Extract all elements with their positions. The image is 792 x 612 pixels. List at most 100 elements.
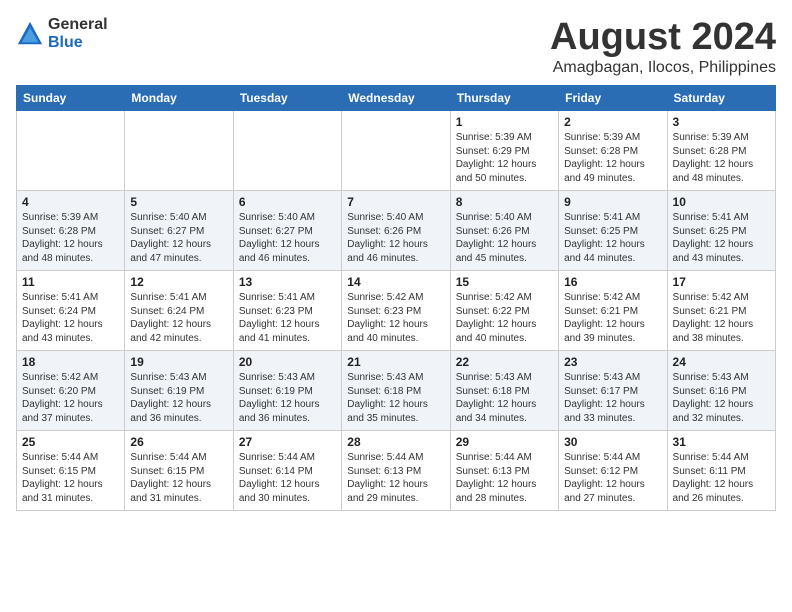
day-number: 10 xyxy=(673,195,770,209)
day-number: 4 xyxy=(22,195,119,209)
day-number: 6 xyxy=(239,195,336,209)
day-number: 7 xyxy=(347,195,444,209)
day-number: 11 xyxy=(22,275,119,289)
day-number: 2 xyxy=(564,115,661,129)
day-content: Sunrise: 5:43 AM Sunset: 6:18 PM Dayligh… xyxy=(456,371,553,425)
day-content: Sunrise: 5:42 AM Sunset: 6:20 PM Dayligh… xyxy=(22,371,119,425)
day-content: Sunrise: 5:39 AM Sunset: 6:28 PM Dayligh… xyxy=(673,131,770,185)
title-block: August 2024 Amagbagan, Ilocos, Philippin… xyxy=(550,16,776,77)
calendar-cell: 21Sunrise: 5:43 AM Sunset: 6:18 PM Dayli… xyxy=(342,351,450,431)
weekday-header-row: SundayMondayTuesdayWednesdayThursdayFrid… xyxy=(17,86,776,111)
calendar-cell: 10 Sunrise: 5:41 AM Sunset: 6:25 PM Dayli… xyxy=(667,191,775,271)
day-number: 31 xyxy=(673,435,770,449)
calendar-week-row: 25Sunrise: 5:44 AM Sunset: 6:15 PM Dayli… xyxy=(17,431,776,511)
day-number: 5 xyxy=(130,195,227,209)
page-header: General Blue August 2024 Amagbagan, Iloc… xyxy=(16,16,776,77)
day-content: Sunrise: 5:44 AM Sunset: 6:13 PM Dayligh… xyxy=(347,451,444,505)
calendar-cell: 29Sunrise: 5:44 AM Sunset: 6:13 PM Dayli… xyxy=(450,431,558,511)
logo-blue: Blue xyxy=(48,34,83,51)
calendar-cell: 6 Sunrise: 5:40 AM Sunset: 6:27 PM Daylig… xyxy=(233,191,341,271)
day-content: Sunrise: 5:42 AM Sunset: 6:22 PM Dayligh… xyxy=(456,291,553,345)
weekday-header-saturday: Saturday xyxy=(667,86,775,111)
generalblue-logo-icon xyxy=(16,20,44,48)
calendar-cell: 13 Sunrise: 5:41 AM Sunset: 6:23 PM Dayli… xyxy=(233,271,341,351)
calendar-table: SundayMondayTuesdayWednesdayThursdayFrid… xyxy=(16,85,776,511)
day-number: 8 xyxy=(456,195,553,209)
calendar-cell: 9 Sunrise: 5:41 AM Sunset: 6:25 PM Daylig… xyxy=(559,191,667,271)
day-number: 30 xyxy=(564,435,661,449)
weekday-header-monday: Monday xyxy=(125,86,233,111)
day-number: 19 xyxy=(130,355,227,369)
day-number: 9 xyxy=(564,195,661,209)
day-content: Sunrise: 5:41 AM Sunset: 6:25 PM Dayligh… xyxy=(564,211,661,265)
day-content: Sunrise: 5:44 AM Sunset: 6:11 PM Dayligh… xyxy=(673,451,770,505)
day-content: Sunrise: 5:40 AM Sunset: 6:27 PM Dayligh… xyxy=(239,211,336,265)
calendar-week-row: 1Sunrise: 5:39 AM Sunset: 6:29 PM Daylig… xyxy=(17,111,776,191)
calendar-body: 1Sunrise: 5:39 AM Sunset: 6:29 PM Daylig… xyxy=(17,111,776,511)
calendar-week-row: 18 Sunrise: 5:42 AM Sunset: 6:20 PM Dayli… xyxy=(17,351,776,431)
day-content: Sunrise: 5:43 AM Sunset: 6:16 PM Dayligh… xyxy=(673,371,770,425)
day-number: 23 xyxy=(564,355,661,369)
day-content: Sunrise: 5:44 AM Sunset: 6:14 PM Dayligh… xyxy=(239,451,336,505)
calendar-cell xyxy=(233,111,341,191)
calendar-cell: 17 Sunrise: 5:42 AM Sunset: 6:21 PM Dayli… xyxy=(667,271,775,351)
day-number: 28 xyxy=(347,435,444,449)
logo-general: General xyxy=(48,16,108,33)
day-number: 3 xyxy=(673,115,770,129)
day-content: Sunrise: 5:43 AM Sunset: 6:17 PM Dayligh… xyxy=(564,371,661,425)
calendar-cell: 28 Sunrise: 5:44 AM Sunset: 6:13 PM Dayli… xyxy=(342,431,450,511)
day-number: 14 xyxy=(347,275,444,289)
day-number: 22 xyxy=(456,355,553,369)
calendar-cell: 1Sunrise: 5:39 AM Sunset: 6:29 PM Daylig… xyxy=(450,111,558,191)
calendar-cell: 20 Sunrise: 5:43 AM Sunset: 6:19 PM Dayli… xyxy=(233,351,341,431)
calendar-cell: 24 Sunrise: 5:43 AM Sunset: 6:16 PM Dayli… xyxy=(667,351,775,431)
day-content: Sunrise: 5:41 AM Sunset: 6:24 PM Dayligh… xyxy=(130,291,227,345)
calendar-cell: 8Sunrise: 5:40 AM Sunset: 6:26 PM Daylig… xyxy=(450,191,558,271)
day-content: Sunrise: 5:39 AM Sunset: 6:28 PM Dayligh… xyxy=(564,131,661,185)
calendar-cell: 30 Sunrise: 5:44 AM Sunset: 6:12 PM Dayli… xyxy=(559,431,667,511)
calendar-cell: 15 Sunrise: 5:42 AM Sunset: 6:22 PM Dayli… xyxy=(450,271,558,351)
calendar-cell: 16Sunrise: 5:42 AM Sunset: 6:21 PM Dayli… xyxy=(559,271,667,351)
day-content: Sunrise: 5:43 AM Sunset: 6:19 PM Dayligh… xyxy=(130,371,227,425)
day-content: Sunrise: 5:43 AM Sunset: 6:19 PM Dayligh… xyxy=(239,371,336,425)
day-content: Sunrise: 5:42 AM Sunset: 6:21 PM Dayligh… xyxy=(673,291,770,345)
day-number: 24 xyxy=(673,355,770,369)
day-number: 18 xyxy=(22,355,119,369)
day-content: Sunrise: 5:41 AM Sunset: 6:25 PM Dayligh… xyxy=(673,211,770,265)
day-number: 20 xyxy=(239,355,336,369)
day-number: 13 xyxy=(239,275,336,289)
day-content: Sunrise: 5:39 AM Sunset: 6:28 PM Dayligh… xyxy=(22,211,119,265)
calendar-cell: 3 Sunrise: 5:39 AM Sunset: 6:28 PM Daylig… xyxy=(667,111,775,191)
calendar-cell: 5Sunrise: 5:40 AM Sunset: 6:27 PM Daylig… xyxy=(125,191,233,271)
day-number: 17 xyxy=(673,275,770,289)
day-number: 26 xyxy=(130,435,227,449)
calendar-cell: 7Sunrise: 5:40 AM Sunset: 6:26 PM Daylig… xyxy=(342,191,450,271)
weekday-header-thursday: Thursday xyxy=(450,86,558,111)
calendar-cell: 2 Sunrise: 5:39 AM Sunset: 6:28 PM Daylig… xyxy=(559,111,667,191)
calendar-subtitle: Amagbagan, Ilocos, Philippines xyxy=(550,59,776,77)
day-number: 15 xyxy=(456,275,553,289)
day-number: 27 xyxy=(239,435,336,449)
calendar-cell xyxy=(17,111,125,191)
weekday-header-friday: Friday xyxy=(559,86,667,111)
day-number: 12 xyxy=(130,275,227,289)
day-content: Sunrise: 5:43 AM Sunset: 6:18 PM Dayligh… xyxy=(347,371,444,425)
calendar-title: August 2024 xyxy=(550,16,776,59)
calendar-cell xyxy=(125,111,233,191)
day-content: Sunrise: 5:41 AM Sunset: 6:24 PM Dayligh… xyxy=(22,291,119,345)
calendar-cell: 26 Sunrise: 5:44 AM Sunset: 6:15 PM Dayli… xyxy=(125,431,233,511)
weekday-header-wednesday: Wednesday xyxy=(342,86,450,111)
day-content: Sunrise: 5:44 AM Sunset: 6:15 PM Dayligh… xyxy=(22,451,119,505)
calendar-cell: 27 Sunrise: 5:44 AM Sunset: 6:14 PM Dayli… xyxy=(233,431,341,511)
day-content: Sunrise: 5:44 AM Sunset: 6:15 PM Dayligh… xyxy=(130,451,227,505)
day-content: Sunrise: 5:41 AM Sunset: 6:23 PM Dayligh… xyxy=(239,291,336,345)
day-content: Sunrise: 5:44 AM Sunset: 6:12 PM Dayligh… xyxy=(564,451,661,505)
day-number: 29 xyxy=(456,435,553,449)
logo-text: General Blue xyxy=(48,16,108,52)
day-number: 16 xyxy=(564,275,661,289)
calendar-cell: 22 Sunrise: 5:43 AM Sunset: 6:18 PM Dayli… xyxy=(450,351,558,431)
calendar-cell: 19 Sunrise: 5:43 AM Sunset: 6:19 PM Dayli… xyxy=(125,351,233,431)
day-number: 1 xyxy=(456,115,553,129)
weekday-header-sunday: Sunday xyxy=(17,86,125,111)
calendar-cell: 25Sunrise: 5:44 AM Sunset: 6:15 PM Dayli… xyxy=(17,431,125,511)
